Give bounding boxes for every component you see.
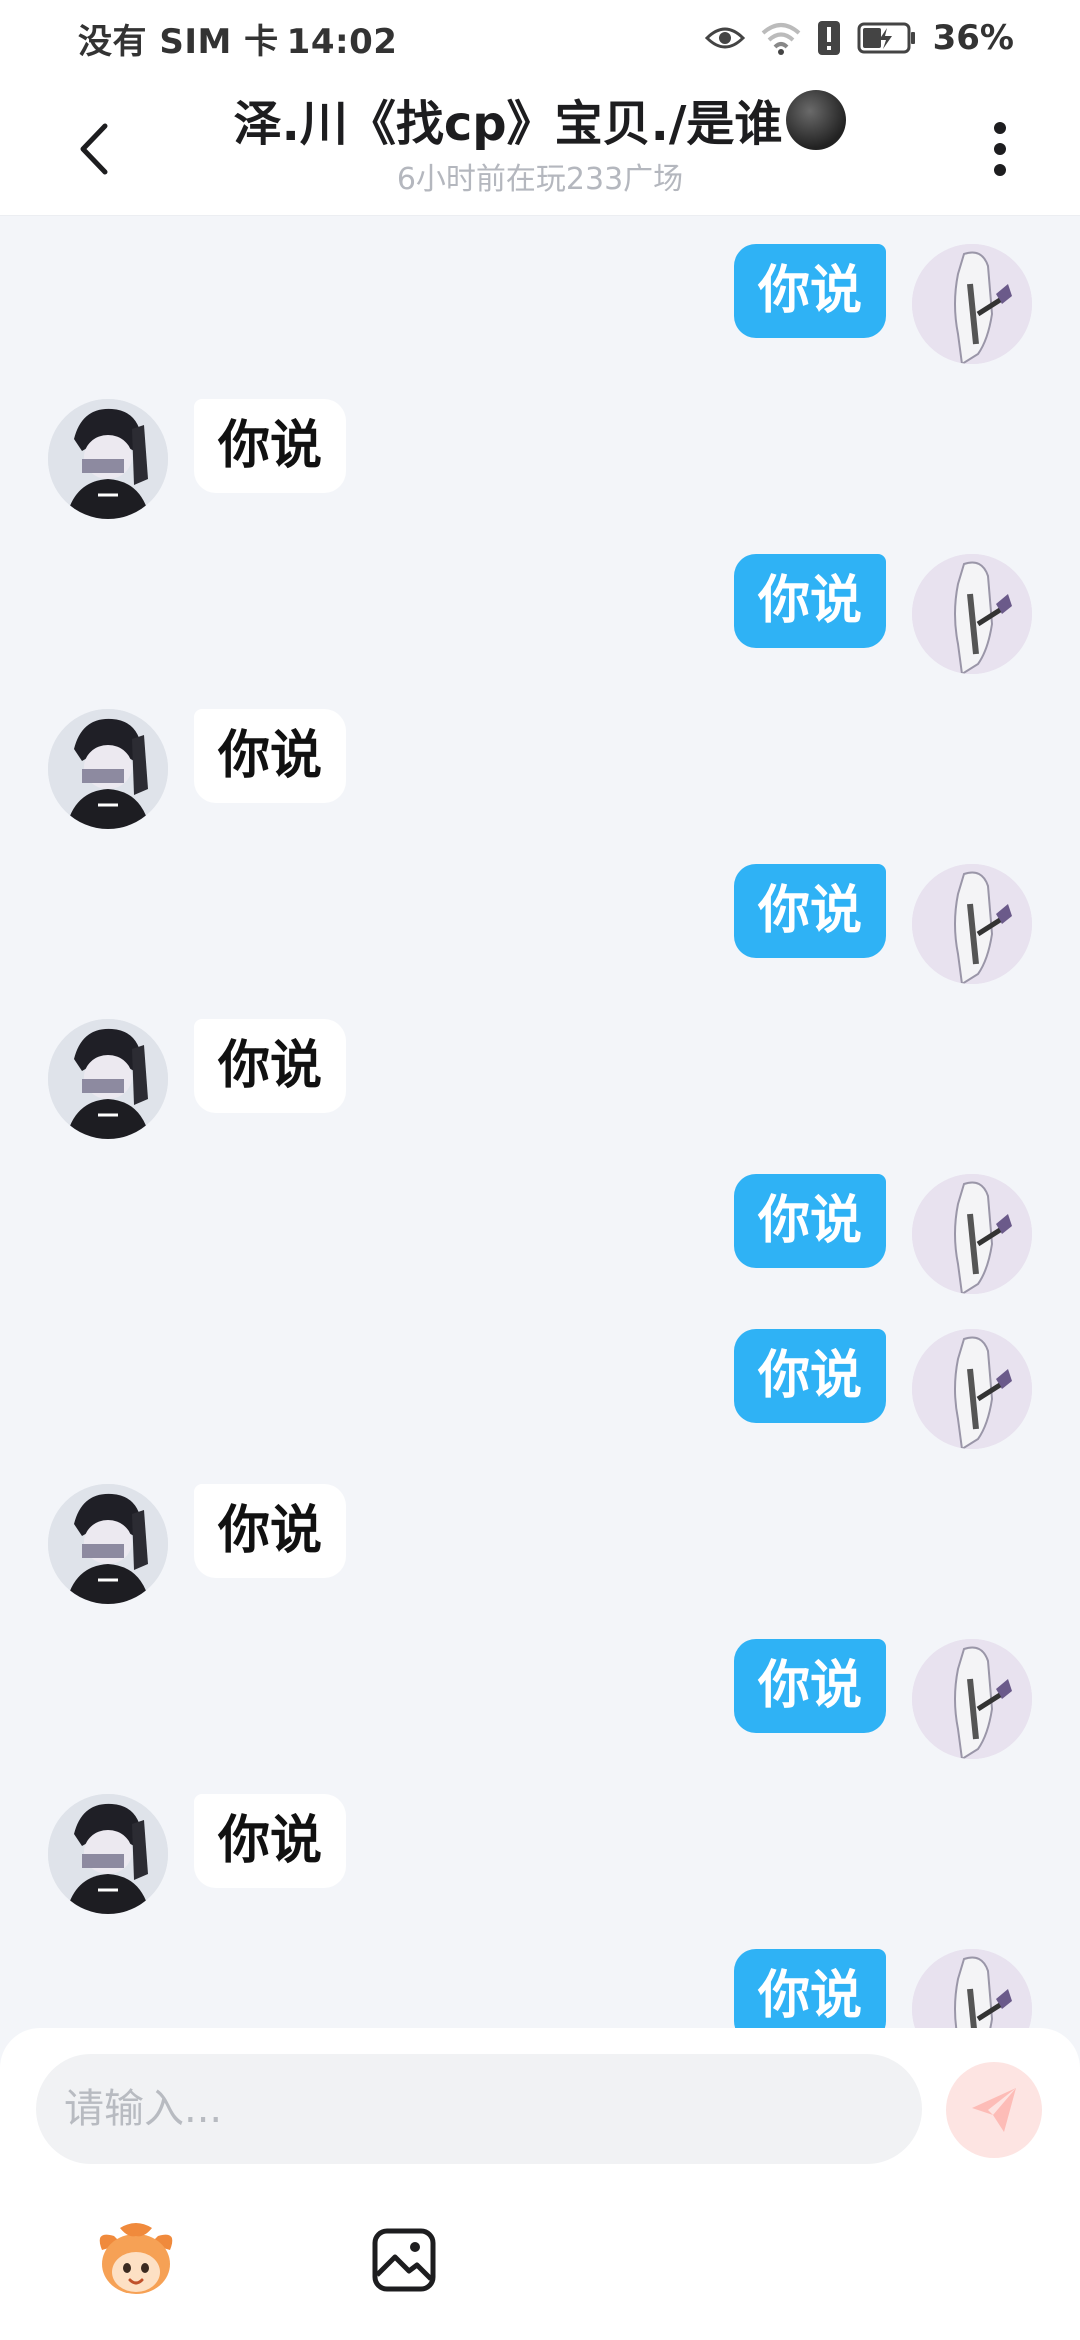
- send-icon: [972, 2088, 1016, 2132]
- message-row-received: 你说: [0, 1794, 1080, 1914]
- contact-name: 泽.川《找cp》宝贝./是谁: [233, 96, 783, 152]
- message-bubble[interactable]: 你说: [194, 399, 347, 493]
- battery-icon: [857, 22, 917, 54]
- message-bubble[interactable]: 你说: [733, 554, 886, 648]
- chat-title: 泽.川《找cp》宝贝./是谁: [180, 88, 900, 160]
- status-bar: 没有 SIM 卡 14:02 36%: [0, 0, 1080, 76]
- contact-avatar[interactable]: [48, 1019, 168, 1139]
- message-row-sent: 你说: [0, 244, 1080, 364]
- carrier-label: 没有 SIM 卡: [78, 21, 279, 62]
- my-avatar[interactable]: [912, 1639, 1032, 1759]
- message-bubble[interactable]: 你说: [733, 1949, 886, 2028]
- message-list[interactable]: 你说 你说 你说 你说 你说 你说 你说 你说 你说 你说 你说 你说: [0, 216, 1080, 2028]
- message-bubble[interactable]: 你说: [733, 1639, 886, 1733]
- back-button[interactable]: [64, 114, 124, 184]
- message-row-sent: 你说: [0, 1174, 1080, 1294]
- image-button[interactable]: [356, 2212, 452, 2308]
- contact-avatar[interactable]: [48, 399, 168, 519]
- status-right: 36%: [704, 18, 1014, 58]
- message-row-received: 你说: [0, 1019, 1080, 1139]
- my-avatar[interactable]: [912, 554, 1032, 674]
- more-options-button[interactable]: [970, 114, 1030, 184]
- dark-face-emoji-icon: [786, 90, 847, 150]
- message-bubble[interactable]: 你说: [733, 244, 886, 338]
- battery-percent: 36%: [932, 18, 1014, 58]
- my-avatar[interactable]: [912, 1174, 1032, 1294]
- message-bubble[interactable]: 你说: [733, 864, 886, 958]
- message-row-received: 你说: [0, 709, 1080, 829]
- composer-panel: [0, 2028, 1080, 2340]
- message-row-sent: 你说: [0, 864, 1080, 984]
- contact-avatar[interactable]: [48, 1484, 168, 1604]
- message-row-sent: 你说: [0, 1329, 1080, 1449]
- image-icon: [372, 2228, 436, 2292]
- wifi-icon: [761, 21, 801, 55]
- alert-icon: [817, 20, 841, 56]
- chat-screen: 没有 SIM 卡 14:02 36% 泽.川《找cp》宝贝./是谁 6小时前在玩2…: [0, 0, 1080, 2340]
- status-left: 没有 SIM 卡 14:02: [78, 14, 397, 63]
- contact-presence: 6小时前在玩233广场: [396, 162, 684, 197]
- title-block: 泽.川《找cp》宝贝./是谁 6小时前在玩233广场: [180, 88, 900, 200]
- send-button[interactable]: [946, 2062, 1042, 2158]
- chat-header: 泽.川《找cp》宝贝./是谁 6小时前在玩233广场: [0, 76, 1080, 216]
- my-avatar[interactable]: [912, 1949, 1032, 2028]
- message-row-received: 你说: [0, 399, 1080, 519]
- message-row-sent: 你说: [0, 1949, 1080, 2028]
- message-bubble[interactable]: 你说: [194, 709, 347, 803]
- message-bubble[interactable]: 你说: [733, 1329, 886, 1423]
- message-bubble[interactable]: 你说: [194, 1019, 347, 1113]
- more-vertical-icon: [994, 122, 1006, 176]
- clock: 14:02: [286, 21, 398, 62]
- my-avatar[interactable]: [912, 1329, 1032, 1449]
- my-avatar[interactable]: [912, 244, 1032, 364]
- message-bubble[interactable]: 你说: [194, 1794, 347, 1888]
- message-row-sent: 你说: [0, 1639, 1080, 1759]
- my-avatar[interactable]: [912, 864, 1032, 984]
- eye-icon: [704, 24, 745, 52]
- message-row-sent: 你说: [0, 554, 1080, 674]
- emoji-mascot-icon: [99, 2223, 173, 2294]
- message-input[interactable]: [36, 2054, 922, 2164]
- message-row-received: 你说: [0, 1484, 1080, 1604]
- message-bubble[interactable]: 你说: [194, 1484, 347, 1578]
- emoji-button[interactable]: [88, 2212, 184, 2308]
- back-arrow-icon: [80, 123, 108, 175]
- message-bubble[interactable]: 你说: [733, 1174, 886, 1268]
- contact-avatar[interactable]: [48, 1794, 168, 1914]
- contact-avatar[interactable]: [48, 709, 168, 829]
